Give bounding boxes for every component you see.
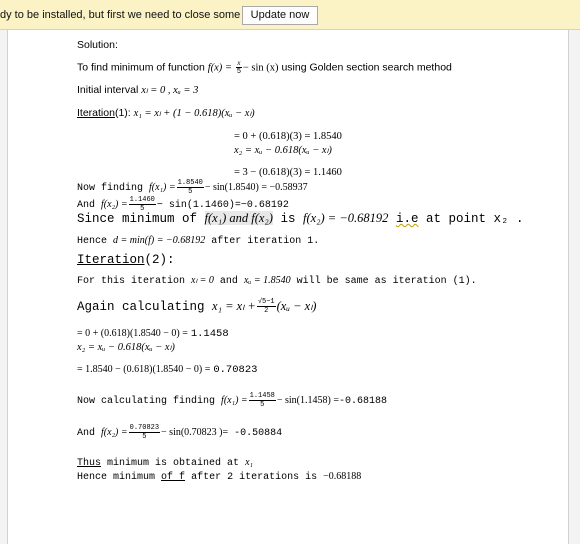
vertical-scrollbar[interactable] [569, 30, 580, 544]
iteration-1-link[interactable]: Iteration [77, 107, 115, 119]
again-calculating-line: Again calculating x₁ = xₗ + √5−1 2 (xᵤ − xₗ… [77, 298, 317, 315]
iteration-1-heading: Iteration(1): x₁ = xₗ + (1 − 0.618)(xᵤ −… [77, 107, 255, 119]
x1-result: = 0 + (0.618)(3) = 1.8540 [234, 131, 342, 142]
problem-statement: To find minimum of function f(x) = x 5− s… [77, 59, 452, 75]
iteration-2-link[interactable]: Iteration [77, 253, 145, 267]
final-answer-line: Hence minimum of f after 2 iterations is… [77, 471, 362, 483]
initial-interval: Initial interval xₗ = 0 , xᵤ = 3 [77, 84, 199, 96]
iteration-2-bounds: For this iteration xₗ = 0 and xᵤ = 1.854… [77, 275, 477, 287]
x1-result-2: = 0 + (0.618)(1.8540 − 0) = 1.1458 [77, 328, 229, 340]
x2-formula-2: x₂ = xᵤ − 0.618(xᵤ − xₗ) [77, 342, 175, 353]
x2-result: = 3 − (0.618)(3) = 1.1460 [234, 167, 342, 178]
update-now-button[interactable]: Update now [242, 6, 318, 25]
f-x1-line: Now finding f(x₁) = 1.8540 5− sin(1.8540) … [77, 179, 308, 196]
hence-d-line: Hence d = min(f) = −0.68192 after iterat… [77, 235, 320, 247]
solution-heading: Solution: [77, 39, 118, 51]
x2-result-2: = 1.8540 − (0.618)(1.8540 − 0) = 0.70823 [77, 364, 258, 376]
f-x2-line-2: And f(x₂) = 0.70823 5− sin(0.70823 )= -0.5… [77, 424, 283, 441]
thus-minimum-line: Thus minimum is obtained at x₁ [77, 457, 253, 469]
notification-message: dy to be installed, but first we need to… [0, 9, 271, 21]
since-minimum-line: Since minimum of f(x₁) and f(x₂) is f(x₂… [77, 211, 524, 226]
notification-bar: dy to be installed, but first we need to… [0, 0, 580, 30]
f-x1-line-2: Now calculating finding f(x₁) = 1.1458 5− … [77, 392, 387, 409]
x2-formula: x₂ = xᵤ − 0.618(xᵤ − xₗ) [234, 145, 332, 156]
iteration-2-heading: Iteration(2): [77, 253, 175, 267]
